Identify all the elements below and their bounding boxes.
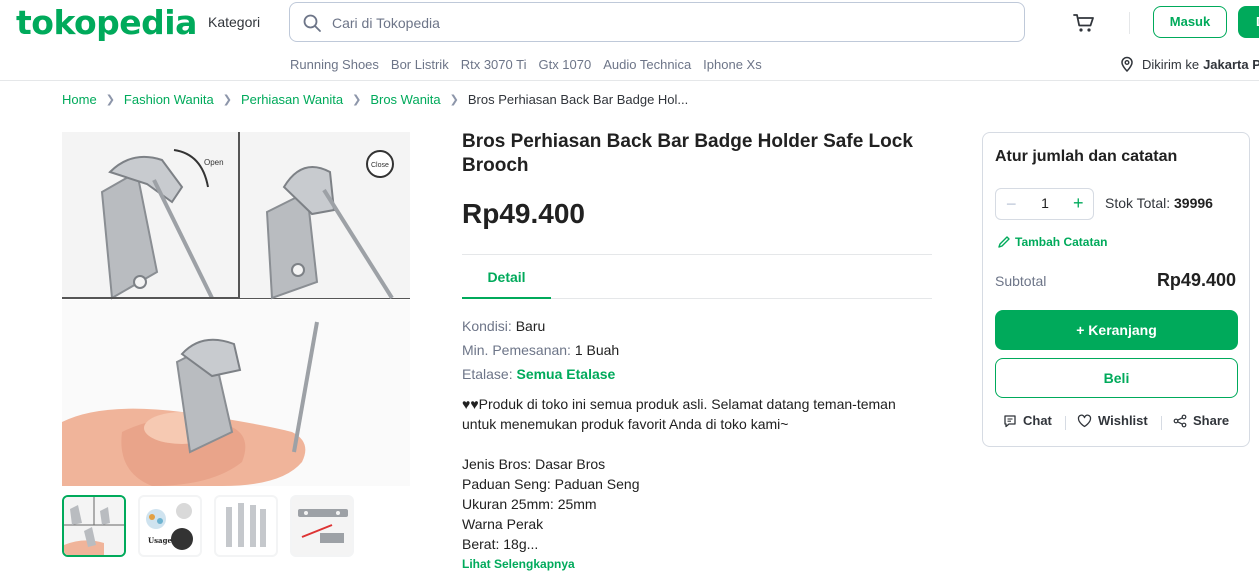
description-line: ♥♥Produk di toko ini semua produk asli. … — [462, 396, 896, 432]
stock-value: 39996 — [1174, 195, 1213, 211]
share-label: Share — [1193, 413, 1230, 428]
spec-value: Baru — [515, 318, 546, 334]
wishlist-button[interactable]: Wishlist — [1077, 413, 1148, 428]
thumbnail-image — [64, 497, 124, 555]
see-more-link[interactable]: Lihat Selengkapnya — [462, 557, 575, 571]
description-line: Ukuran 25mm: 25mm — [462, 496, 597, 512]
location-prefix: Dikirim ke — [1142, 56, 1200, 72]
login-button[interactable]: Masuk — [1153, 6, 1227, 38]
keyword-link[interactable]: Iphone Xs — [703, 57, 762, 72]
subtotal-value: Rp49.400 — [1156, 270, 1236, 290]
search-icon — [303, 14, 321, 32]
add-to-cart-button[interactable]: + Keranjang — [995, 310, 1238, 350]
shipping-location[interactable]: Dikirim ke Jakarta Pu — [1120, 56, 1259, 72]
thumbnail-2[interactable]: Usage — [138, 495, 202, 557]
buy-button[interactable]: Beli — [995, 358, 1238, 398]
product-title: Bros Perhiasan Back Bar Badge Holder Saf… — [462, 131, 913, 176]
breadcrumb-perhiasan-wanita[interactable]: Perhiasan Wanita — [241, 92, 343, 107]
thumbnail-image: Usage — [140, 497, 200, 555]
description-line: Warna Perak — [462, 516, 544, 532]
etalase-link[interactable]: Semua Etalase — [516, 366, 615, 382]
description-line: Jenis Bros: Dasar Bros — [462, 456, 606, 472]
detail-tabbar: Detail — [462, 254, 932, 299]
thumbnail-list: Usage — [62, 495, 354, 557]
breadcrumb-fashion-wanita[interactable]: Fashion Wanita — [124, 92, 214, 107]
action-divider — [1065, 416, 1066, 430]
top-header: tokopedia Kategori Masuk D Running Shoes… — [0, 0, 1259, 81]
spec-label: Kondisi: — [462, 318, 512, 334]
kategori-menu[interactable]: Kategori — [208, 14, 260, 30]
quantity-input[interactable]: 1 — [1030, 195, 1060, 211]
pencil-icon — [998, 236, 1010, 248]
add-note-button[interactable]: Tambah Catatan — [997, 235, 1107, 249]
header-divider — [1129, 12, 1130, 34]
location-city: Jakarta Pu — [1203, 56, 1259, 72]
product-price: Rp49.400 — [462, 198, 585, 229]
open-label: Open — [204, 158, 224, 167]
popular-keywords: Running Shoes Bor Listrik Rtx 3070 Ti Gt… — [290, 57, 762, 72]
spec-etalase: Etalase: Semua Etalase — [462, 362, 619, 386]
breadcrumb-bros-wanita[interactable]: Bros Wanita — [370, 92, 440, 107]
location-pin-icon — [1121, 56, 1133, 72]
brooch-pin-illustration: Open Close — [62, 132, 410, 486]
spec-value: 1 Buah — [574, 342, 620, 358]
stock-info: Stok Total: 39996 — [1105, 195, 1213, 211]
share-icon — [1173, 414, 1187, 427]
tokopedia-logo[interactable]: tokopedia — [16, 3, 197, 42]
keyword-link[interactable]: Running Shoes — [290, 57, 379, 72]
spec-kondisi: Kondisi: Baru — [462, 314, 619, 338]
chat-button[interactable]: Chat — [1003, 413, 1052, 428]
decrement-button[interactable]: − — [1006, 194, 1020, 214]
search-bar[interactable] — [289, 2, 1025, 42]
thumbnail-image — [292, 497, 352, 555]
tab-detail[interactable]: Detail — [462, 255, 551, 299]
chevron-right-icon: ❯ — [222, 94, 232, 106]
thumbnail-3[interactable] — [214, 495, 278, 557]
action-divider — [1161, 416, 1162, 430]
spec-label: Etalase: — [462, 366, 513, 382]
wishlist-label: Wishlist — [1098, 413, 1148, 428]
spec-label: Min. Pemesanan: — [462, 342, 571, 358]
share-button[interactable]: Share — [1173, 413, 1229, 428]
thumbnail-1[interactable] — [62, 495, 126, 557]
product-specs: Kondisi: Baru Min. Pemesanan: 1 Buah Eta… — [462, 314, 619, 386]
order-card-title: Atur jumlah dan catatan — [995, 148, 1178, 165]
keyword-link[interactable]: Audio Technica — [603, 57, 691, 72]
add-note-label: Tambah Catatan — [1015, 235, 1108, 249]
keyword-link[interactable]: Rtx 3070 Ti — [461, 57, 527, 72]
description-line: Paduan Seng: Paduan Seng — [462, 476, 640, 492]
search-input[interactable] — [332, 9, 982, 37]
increment-button[interactable]: + — [1073, 193, 1084, 213]
chevron-right-icon: ❯ — [449, 94, 459, 106]
thumbnail-image — [216, 497, 276, 555]
chevron-right-icon: ❯ — [352, 94, 362, 106]
spec-min-order: Min. Pemesanan: 1 Buah — [462, 338, 619, 362]
breadcrumb: Home ❯ Fashion Wanita ❯ Perhiasan Wanita… — [62, 92, 688, 107]
chat-label: Chat — [1023, 413, 1052, 428]
usage-label: Usage — [148, 536, 172, 545]
stock-label: Stok Total: — [1105, 195, 1171, 211]
order-card: Atur jumlah dan catatan − 1 + Stok Total… — [982, 132, 1250, 447]
heart-icon — [1077, 414, 1092, 427]
keyword-link[interactable]: Bor Listrik — [391, 57, 449, 72]
description-line — [462, 434, 922, 454]
cart-icon[interactable] — [1072, 11, 1096, 35]
keyword-link[interactable]: Gtx 1070 — [538, 57, 591, 72]
thumbnail-4[interactable] — [290, 495, 354, 557]
card-actions: Chat Wishlist Share — [995, 413, 1238, 433]
quantity-stepper: − 1 + — [995, 188, 1094, 220]
breadcrumb-home[interactable]: Home — [62, 92, 97, 107]
close-label: Close — [371, 162, 389, 169]
chevron-right-icon: ❯ — [105, 94, 115, 106]
breadcrumb-current: Bros Perhiasan Back Bar Badge Hol... — [467, 92, 689, 107]
description-line: Berat: 18g... — [462, 536, 539, 552]
register-button[interactable]: D — [1238, 6, 1259, 38]
product-main-image[interactable]: Open Close — [62, 132, 410, 486]
subtotal-label: Subtotal — [995, 273, 1047, 289]
chat-icon — [1004, 414, 1016, 427]
product-description: ♥♥Produk di toko ini semua produk asli. … — [462, 394, 922, 554]
